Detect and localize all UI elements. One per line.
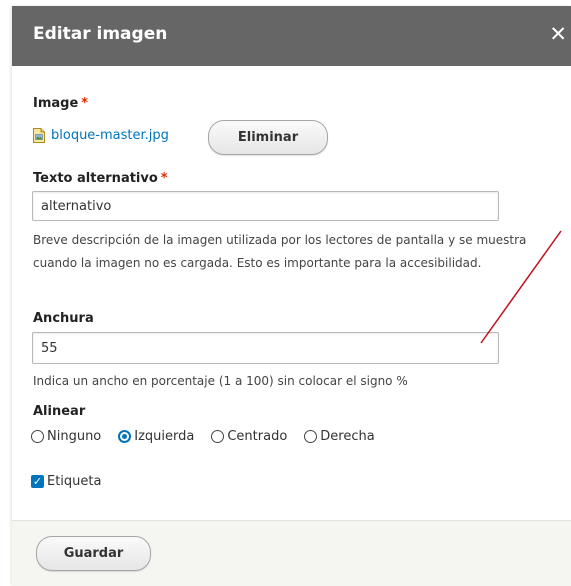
required-mark: * [160, 171, 168, 186]
file-name-link[interactable]: bloque-master.jpg [51, 128, 169, 143]
width-description: Indica un ancho en porcentaje (1 a 100) … [33, 374, 408, 388]
required-mark: * [81, 96, 89, 111]
save-button[interactable]: Guardar [36, 536, 151, 571]
align-option-centrado[interactable]: Centrado [211, 429, 287, 444]
radio-button[interactable] [304, 430, 318, 443]
image-file-icon [33, 128, 45, 143]
dialog-footer: Guardar [12, 520, 571, 586]
edit-image-dialog: Editar imagen ✕ Image * bloque-master.jpg… [12, 6, 571, 586]
width-input[interactable] [32, 332, 499, 364]
caption-checkbox[interactable]: ✓ [31, 475, 44, 488]
align-label: Alinear [33, 404, 86, 419]
caption-checkbox-row[interactable]: ✓ Etiqueta [31, 474, 101, 489]
radio-button[interactable] [211, 430, 225, 443]
alt-text-description: Breve descripción de la imagen utilizada… [33, 233, 527, 270]
radio-label: Derecha [320, 429, 375, 444]
radio-label: Centrado [227, 429, 288, 444]
radio-label: Izquierda [134, 429, 195, 444]
file-link[interactable]: bloque-master.jpg [33, 128, 169, 143]
remove-button[interactable]: Eliminar [208, 120, 328, 155]
align-option-derecha[interactable]: Derecha [304, 429, 375, 444]
dialog-titlebar: Editar imagen ✕ [12, 6, 571, 66]
alt-text-input[interactable] [32, 191, 499, 221]
radio-label: Ninguno [47, 429, 102, 444]
align-option-ninguno[interactable]: Ninguno [31, 429, 101, 444]
dialog-title: Editar imagen [33, 24, 168, 44]
image-label: Image * [33, 96, 89, 111]
width-label: Anchura [33, 311, 94, 326]
caption-label: Etiqueta [47, 474, 102, 489]
radio-button[interactable] [31, 430, 44, 443]
radio-button-selected[interactable] [118, 430, 132, 443]
close-icon[interactable]: ✕ [549, 22, 567, 46]
align-radio-group: Ninguno Izquierda Centrado Derecha [31, 429, 392, 444]
align-option-izquierda[interactable]: Izquierda [118, 429, 194, 444]
alt-text-label: Texto alternativo * [33, 171, 168, 186]
